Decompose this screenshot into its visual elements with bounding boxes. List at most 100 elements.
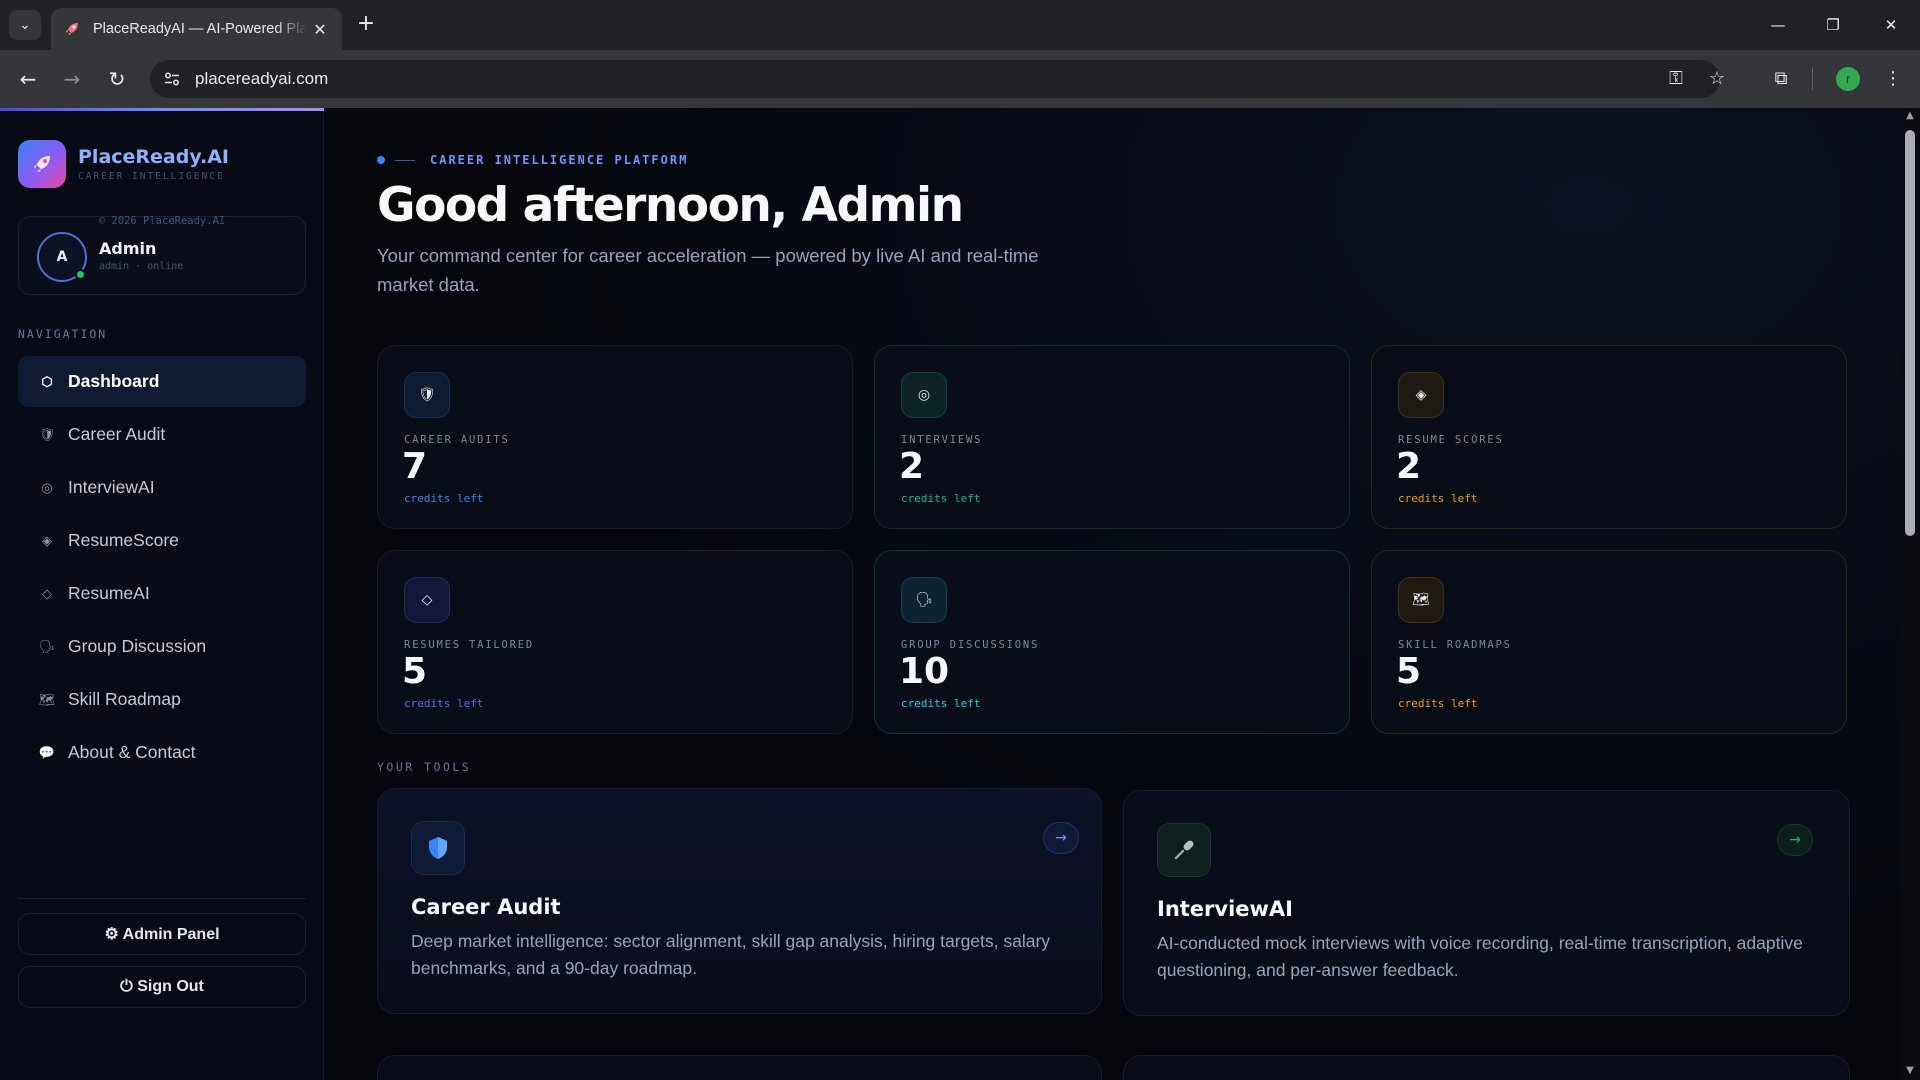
sign-out-button[interactable]: ⏻ Sign Out <box>18 966 306 1008</box>
password-key-icon[interactable]: ⚿ <box>1663 66 1689 92</box>
user-name: Admin <box>99 239 157 258</box>
sidebar-item-label: Dashboard <box>68 371 160 391</box>
stat-foot: credits left <box>901 697 981 710</box>
browser-tab-strip: ⌄ PlaceReadyAI — AI-Powered Placement ✕ … <box>0 0 1920 50</box>
diamond-outline-icon: ◇ <box>42 585 52 601</box>
extensions-puzzle-icon[interactable]: ⧉ <box>1768 66 1794 92</box>
sidebar-item-resumescore[interactable]: ◈ ResumeScore <box>18 515 306 566</box>
stat-label: RESUME SCORES <box>1398 434 1504 446</box>
browser-tab-active[interactable]: PlaceReadyAI — AI-Powered Placement ✕ <box>51 8 342 50</box>
microphone-icon <box>1157 823 1211 877</box>
restore-icon[interactable]: ❐ <box>1810 10 1856 40</box>
arrow-right-icon[interactable]: → <box>1777 824 1813 856</box>
site-info-icon[interactable] <box>159 66 185 92</box>
world-map-icon: 🗺 <box>38 691 56 707</box>
loading-progress-line <box>0 108 324 111</box>
stat-label: CAREER AUDITS <box>404 434 510 446</box>
tool-card-partial[interactable] <box>1123 1055 1850 1080</box>
sidebar-item-about-contact[interactable]: 💬 About & Contact <box>18 727 306 778</box>
world-map-icon: 🗺 <box>1398 577 1444 623</box>
stat-value: 2 <box>1396 446 1422 487</box>
nav-section-title: NAVIGATION <box>18 327 108 341</box>
stat-foot: credits left <box>901 492 981 505</box>
sidebar-item-label: ResumeAI <box>68 583 150 603</box>
shield-icon <box>411 821 465 875</box>
stat-value: 10 <box>899 651 950 692</box>
brand[interactable]: PlaceReady.AI CAREER INTELLIGENCE <box>18 140 229 188</box>
sidebar-item-label: Group Discussion <box>68 636 207 656</box>
sidebar-item-label: Skill Roadmap <box>68 689 181 709</box>
scroll-down-arrow-icon[interactable]: ▼ <box>1905 1066 1915 1076</box>
shield-icon: 🛡 <box>404 372 450 418</box>
rocket-logo-icon <box>18 140 66 188</box>
diamond-filled-icon: ◈ <box>1398 372 1444 418</box>
scroll-up-arrow-icon[interactable]: ▲ <box>1905 111 1915 121</box>
stat-value: 5 <box>1396 651 1422 692</box>
stat-card-resumes-tailored: ◇ RESUMES TAILORED 5 credits left <box>377 550 853 734</box>
page-viewport: PlaceReady.AI CAREER INTELLIGENCE A Admi… <box>0 108 1920 1080</box>
back-arrow-icon[interactable]: ← <box>13 64 43 94</box>
rocket-favicon-icon <box>63 20 81 38</box>
sidebar-item-group-discussion[interactable]: 🗣 Group Discussion <box>18 621 306 672</box>
sidebar-item-interviewai[interactable]: ◎ InterviewAI <box>18 462 306 513</box>
stat-foot: credits left <box>404 492 484 505</box>
page-scrollbar[interactable]: ▲ ▼ <box>1900 108 1920 1080</box>
minimize-icon[interactable]: — <box>1755 10 1801 40</box>
sidebar-item-career-audit[interactable]: 🛡 Career Audit <box>18 409 306 460</box>
tool-name: InterviewAI <box>1157 897 1293 921</box>
tab-close-icon[interactable]: ✕ <box>310 20 330 39</box>
bookmark-star-icon[interactable]: ☆ <box>1704 66 1730 92</box>
sidebar-item-resumeai[interactable]: ◇ ResumeAI <box>18 568 306 619</box>
diamond-outline-icon: ◇ <box>404 577 450 623</box>
user-card[interactable]: A Admin admin · online <box>18 216 306 295</box>
stat-foot: credits left <box>1398 697 1478 710</box>
url-text: placereadyai.com <box>195 69 329 88</box>
admin-panel-button[interactable]: ⚙ Admin Panel <box>18 913 306 955</box>
stat-foot: credits left <box>404 697 484 710</box>
new-tab-plus-icon[interactable]: + <box>353 12 379 38</box>
page-title: Good afternoon, Admin <box>377 178 964 233</box>
tool-description: AI-conducted mock interviews with voice … <box>1157 933 1803 980</box>
target-icon: ◎ <box>901 372 947 418</box>
close-window-icon[interactable]: ✕ <box>1868 10 1914 40</box>
brand-tagline: CAREER INTELLIGENCE <box>78 171 225 182</box>
tool-card-partial[interactable] <box>377 1055 1102 1080</box>
stat-label: RESUMES TAILORED <box>404 639 534 651</box>
tool-card-interviewai[interactable]: → InterviewAI AI-conducted mock intervie… <box>1123 790 1850 1016</box>
eyebrow-text: CAREER INTELLIGENCE PLATFORM <box>430 153 689 167</box>
eyebrow-dot <box>377 156 385 164</box>
sidebar-item-label: About & Contact <box>68 742 196 762</box>
sidebar-item-label: InterviewAI <box>68 477 155 497</box>
sidebar: PlaceReady.AI CAREER INTELLIGENCE A Admi… <box>0 108 324 1080</box>
user-role-status: admin · online <box>99 261 184 272</box>
diamond-filled-icon: ◈ <box>42 532 52 548</box>
stat-card-interviews: ◎ INTERVIEWS 2 credits left <box>874 345 1350 529</box>
stat-label: SKILL ROADMAPS <box>1398 639 1512 651</box>
tab-search-chevron-icon[interactable]: ⌄ <box>9 10 41 40</box>
browser-menu-icon[interactable]: ⋮ <box>1880 66 1906 92</box>
arrow-right-icon[interactable]: → <box>1043 822 1079 854</box>
stat-card-resume-scores: ◈ RESUME SCORES 2 credits left <box>1371 345 1847 529</box>
sidebar-item-skill-roadmap[interactable]: 🗺 Skill Roadmap <box>18 674 306 725</box>
reload-icon[interactable]: ↻ <box>102 64 132 94</box>
stat-card-skill-roadmaps: 🗺 SKILL ROADMAPS 5 credits left <box>1371 550 1847 734</box>
forward-arrow-icon[interactable]: → <box>57 64 87 94</box>
eyebrow-line <box>395 159 415 161</box>
target-icon: ◎ <box>41 479 53 495</box>
stat-value: 5 <box>402 651 428 692</box>
tool-card-career-audit[interactable]: → Career Audit Deep market intelligence:… <box>377 788 1102 1014</box>
hexagon-icon: ⬡ <box>41 373 53 389</box>
online-status-dot <box>75 269 86 280</box>
scrollbar-thumb[interactable] <box>1905 130 1915 536</box>
tools-section-title: YOUR TOOLS <box>377 760 472 774</box>
sidebar-divider <box>18 898 306 899</box>
speech-head-icon: 🗣 <box>38 638 56 654</box>
stat-label: GROUP DISCUSSIONS <box>901 639 1040 651</box>
tool-description: Deep market intelligence: sector alignme… <box>411 931 1051 978</box>
brand-name: PlaceReady.AI <box>78 146 229 168</box>
profile-avatar[interactable]: r <box>1836 67 1860 91</box>
shield-icon: 🛡 <box>38 426 56 442</box>
toolbar-divider <box>1812 68 1813 90</box>
sidebar-item-dashboard[interactable]: ⬡ Dashboard <box>18 356 306 407</box>
address-bar[interactable]: placereadyai.com <box>150 60 1720 98</box>
